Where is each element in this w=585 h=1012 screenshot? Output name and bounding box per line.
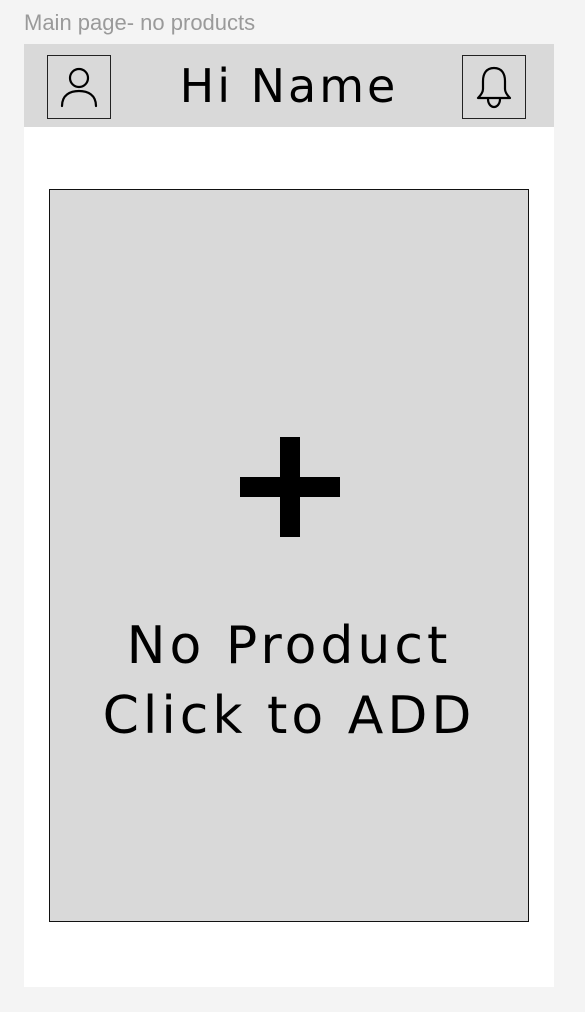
user-icon	[60, 67, 98, 108]
frame-label: Main page- no products	[24, 10, 256, 35]
profile-button[interactable]	[47, 55, 111, 119]
top-bar: Hi Name	[24, 44, 554, 127]
empty-state-cta: Click to ADD	[102, 686, 476, 746]
phone-screen: Hi Name No Product Click to ADD	[24, 44, 554, 987]
bell-icon	[476, 66, 512, 109]
plus-icon	[240, 437, 340, 537]
add-product-card[interactable]: No Product Click to ADD	[49, 189, 529, 922]
empty-state-title: No Product	[126, 616, 452, 676]
greeting-title: Hi Name	[179, 58, 399, 113]
notification-button[interactable]	[462, 55, 526, 119]
